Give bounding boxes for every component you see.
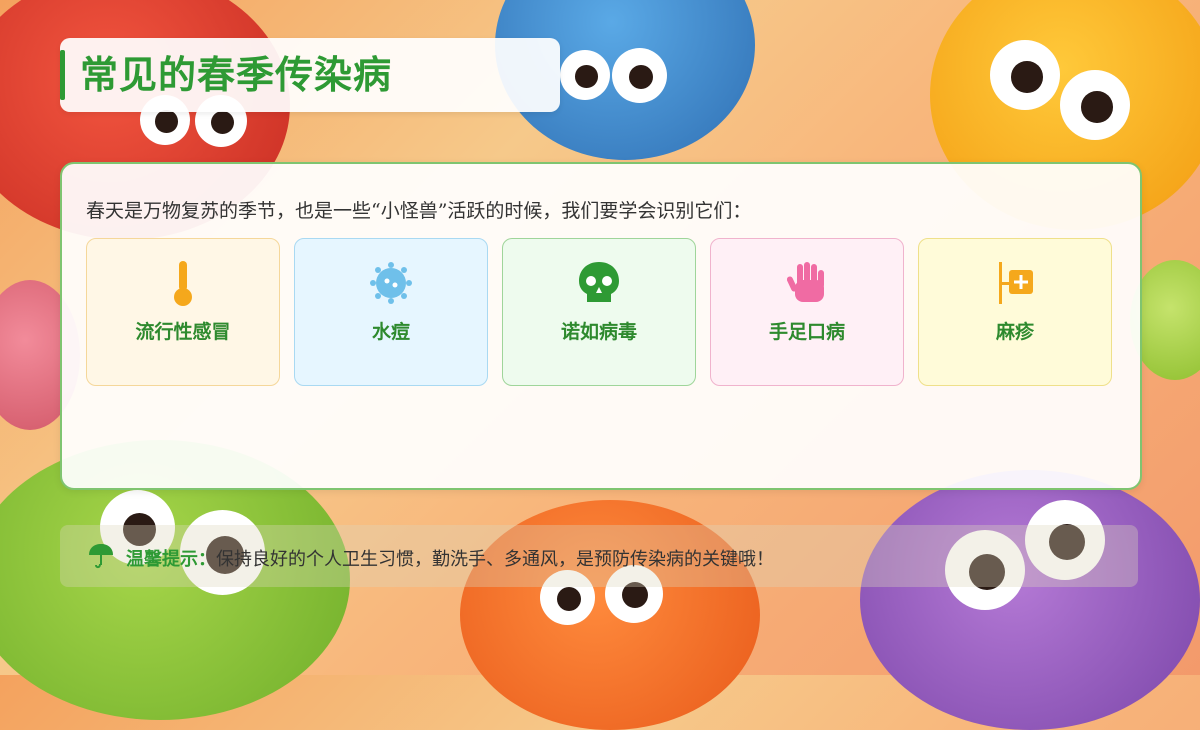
germ-eye — [560, 50, 610, 100]
germ-eye — [612, 48, 667, 103]
title-accent-bar — [60, 50, 65, 100]
skull-icon — [577, 259, 621, 307]
tip-text: 温馨提示：保持良好的个人卫生习惯，勤洗手、多通风，是预防传染病的关键哦！ — [126, 545, 774, 571]
thermometer-icon — [171, 259, 195, 307]
tip-label: 温馨提示： — [126, 549, 216, 570]
disease-label: 水痘 — [371, 321, 410, 343]
disease-card-measles[interactable]: 麻疹 — [918, 238, 1112, 386]
germ-eye — [990, 40, 1060, 110]
disease-card-chickenpox[interactable]: 水痘 — [294, 238, 488, 386]
hand-icon — [787, 259, 827, 307]
disease-label: 流行性感冒 — [135, 321, 231, 343]
disease-label: 手足口病 — [768, 321, 845, 343]
disease-cards: 流行性感冒 水痘 诺如病毒 手足口病 麻疹 — [86, 238, 1112, 386]
intro-text: 春天是万物复苏的季节，也是一些“小怪兽”活跃的时候，我们要学会识别它们： — [86, 200, 752, 222]
disease-label: 诺如病毒 — [560, 321, 637, 343]
germ-eye — [1060, 70, 1130, 140]
disease-card-flu[interactable]: 流行性感冒 — [86, 238, 280, 386]
content-panel: 春天是万物复苏的季节，也是一些“小怪兽”活跃的时候，我们要学会识别它们： 流行性… — [60, 162, 1142, 490]
disease-card-norovirus[interactable]: 诺如病毒 — [502, 238, 696, 386]
umbrella-icon — [88, 543, 114, 573]
title-box: 常见的春季传染病 — [60, 38, 560, 112]
tip-bar: 温馨提示：保持良好的个人卫生习惯，勤洗手、多通风，是预防传染病的关键哦！ — [60, 525, 1138, 587]
medical-sign-icon — [995, 259, 1035, 307]
disease-label: 麻疹 — [995, 321, 1034, 343]
purple-germ-illustration — [860, 470, 1200, 730]
virus-icon — [369, 259, 413, 307]
tip-message: 保持良好的个人卫生习惯，勤洗手、多通风，是预防传染病的关键哦！ — [216, 549, 774, 570]
page-title: 常见的春季传染病 — [80, 52, 393, 97]
disease-card-hfmd[interactable]: 手足口病 — [710, 238, 904, 386]
